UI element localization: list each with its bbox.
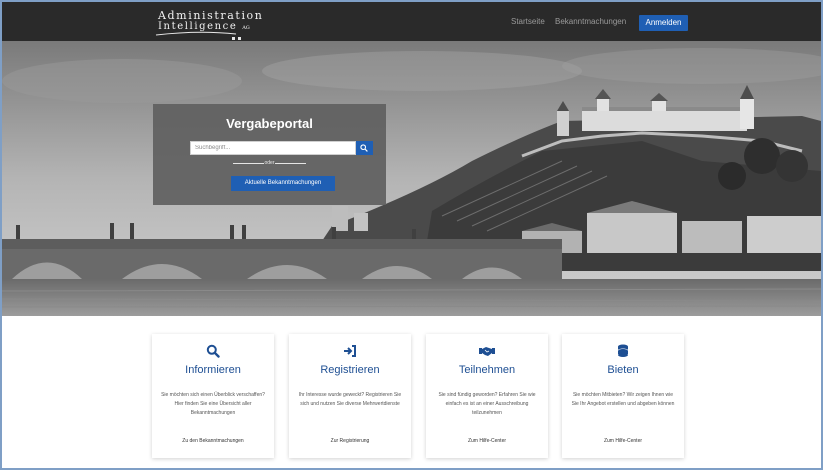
divider-line-right <box>275 163 306 164</box>
card-icon-wrapper <box>562 344 684 358</box>
hero-cityscape-image <box>2 41 821 316</box>
card-icon-wrapper <box>289 344 411 358</box>
hero-title: Vergabeportal <box>226 116 313 131</box>
card-link[interactable]: Zu den Bekanntmachungen <box>152 438 274 444</box>
card-text: Ihr Interesse wurde geweckt? Registriere… <box>298 392 402 407</box>
top-navigation-bar: Administration Intelligence AG Startseit… <box>2 2 821 41</box>
card-informieren: Informieren Sie möchten sich einen Überb… <box>152 334 274 458</box>
card-title: Bieten <box>607 364 639 376</box>
search-panel: Vergabeportal oder Aktuelle Bekanntmachu… <box>153 104 386 205</box>
main-nav: Startseite Bekanntmachungen Anmelden <box>2 15 821 31</box>
card-link[interactable]: Zum Hilfe-Center <box>426 438 548 444</box>
card-title: Informieren <box>185 364 241 376</box>
current-notices-button[interactable]: Aktuelle Bekanntmachungen <box>231 176 335 191</box>
divider-text: oder <box>264 160 275 166</box>
card-icon-wrapper <box>426 344 548 358</box>
handshake-icon <box>479 347 495 356</box>
search-input[interactable] <box>190 141 356 155</box>
card-title: Teilnehmen <box>458 364 516 376</box>
or-divider: oder <box>153 159 386 169</box>
card-link[interactable]: Zum Hilfe-Center <box>562 438 684 444</box>
card-text: Sie sind fündig geworden? Erfahren Sie w… <box>438 392 536 416</box>
card-teilnehmen: Teilnehmen Sie sind fündig geworden? Erf… <box>426 334 548 458</box>
card-bieten: Bieten Sie möchten Mitbieten? Wir zeigen… <box>562 334 684 458</box>
card-text: Sie möchten sich einen Überblick verscha… <box>161 392 265 416</box>
coins-icon <box>618 344 628 357</box>
card-icon-wrapper <box>152 344 274 358</box>
hero-banner: Vergabeportal oder Aktuelle Bekanntmachu… <box>2 41 821 316</box>
search-button[interactable] <box>356 141 373 155</box>
nav-item-startseite[interactable]: Startseite <box>511 17 545 26</box>
card-link[interactable]: Zur Registrierung <box>289 438 411 444</box>
nav-item-bekanntmachungen[interactable]: Bekanntmachungen <box>555 17 626 26</box>
card-registrieren: Registrieren Ihr Interesse wurde geweckt… <box>289 334 411 458</box>
card-text: Sie möchten Mitbieten? Wir zeigen Ihnen … <box>571 392 675 407</box>
search-icon <box>360 144 368 152</box>
card-title: Registrieren <box>320 364 380 376</box>
login-button[interactable]: Anmelden <box>639 15 688 31</box>
sign-in-icon <box>344 345 356 357</box>
search-icon <box>206 344 220 358</box>
